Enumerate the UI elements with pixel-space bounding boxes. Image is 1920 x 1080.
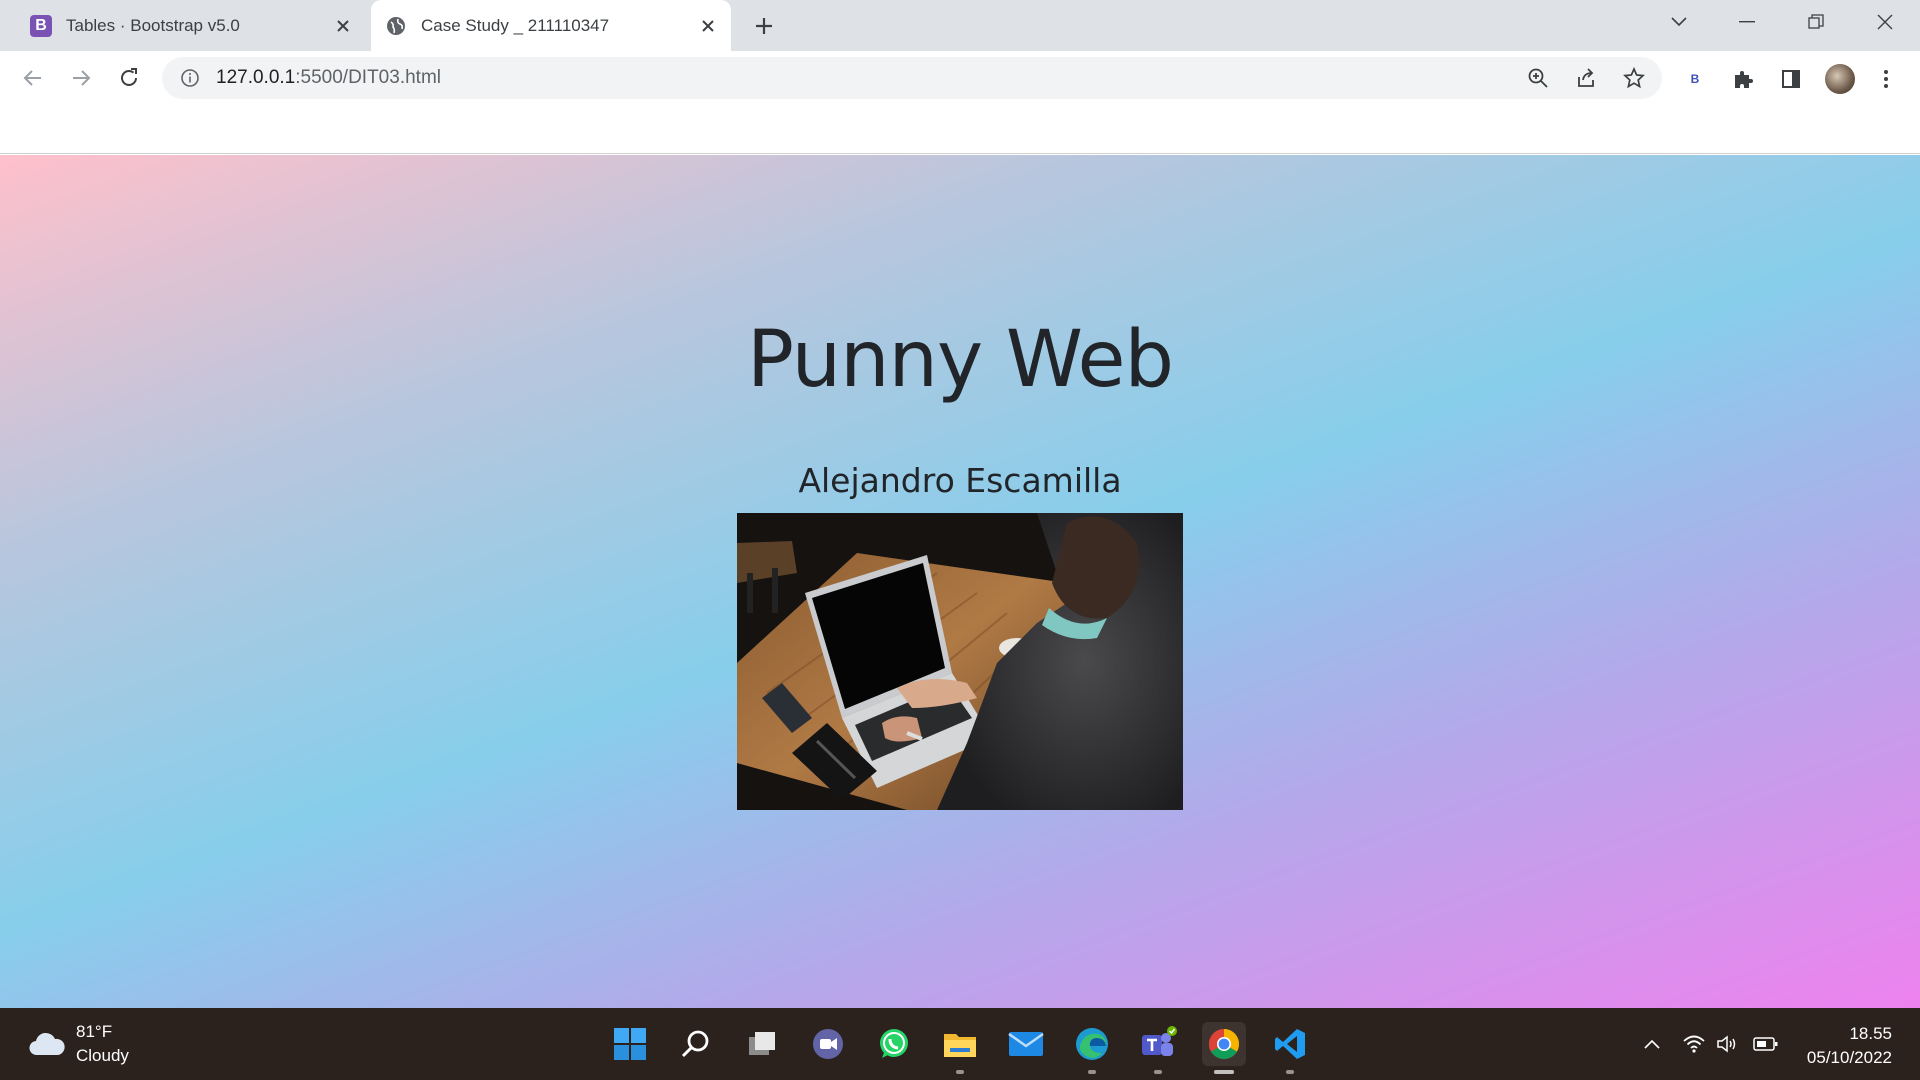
address-bar[interactable]: 127.0.0.1:5500/DIT03.html	[162, 57, 1662, 99]
globe-icon	[385, 15, 407, 37]
mail-icon[interactable]	[1004, 1022, 1048, 1066]
volume-icon[interactable]	[1714, 1030, 1742, 1058]
author-name: Alejandro Escamilla	[798, 461, 1122, 500]
restore-button[interactable]	[1786, 0, 1846, 44]
windows-start-icon[interactable]	[608, 1022, 652, 1066]
task-view-icon[interactable]	[740, 1022, 784, 1066]
weather-description: Cloudy	[76, 1046, 129, 1065]
bookmark-bar	[0, 104, 1920, 154]
file-explorer-icon[interactable]	[938, 1022, 982, 1074]
running-indicator	[956, 1070, 964, 1074]
bootstrap-extension-icon[interactable]: B	[1681, 65, 1709, 93]
tab-title: Tables · Bootstrap v5.0	[66, 15, 240, 35]
close-tab-icon[interactable]	[328, 11, 358, 41]
weather-widget[interactable]: 81°F Cloudy	[28, 1020, 129, 1068]
tab-search-chevron-icon[interactable]	[1649, 0, 1709, 44]
windows-taskbar: 81°F Cloudy 18.55 05/10/2022	[0, 1008, 1920, 1080]
laptop-photo	[737, 513, 1183, 810]
running-indicator	[1154, 1070, 1162, 1074]
teams-chat-icon[interactable]	[806, 1022, 850, 1066]
reload-button[interactable]	[112, 61, 146, 95]
site-info-icon[interactable]	[178, 66, 202, 90]
chrome-menu-icon[interactable]	[1872, 65, 1900, 93]
close-tab-icon[interactable]	[693, 11, 723, 41]
system-clock[interactable]: 18.55 05/10/2022	[1807, 1022, 1892, 1070]
page-viewport: Punny Web Alejandro Escamilla	[0, 155, 1920, 1008]
url-host: 127.0.0.1	[216, 67, 296, 88]
share-icon[interactable]	[1573, 65, 1599, 91]
back-button[interactable]	[16, 61, 50, 95]
forward-button[interactable]	[64, 61, 98, 95]
running-indicator	[1286, 1070, 1294, 1074]
chrome-icon[interactable]	[1202, 1022, 1246, 1074]
vscode-icon[interactable]	[1268, 1022, 1312, 1074]
wifi-icon[interactable]	[1680, 1030, 1708, 1058]
teams-icon[interactable]	[1136, 1022, 1180, 1074]
profile-avatar[interactable]	[1825, 64, 1855, 94]
clock-time: 18.55	[1849, 1024, 1892, 1043]
show-hidden-icons-chevron-icon[interactable]	[1638, 1030, 1666, 1058]
zoom-icon[interactable]	[1525, 65, 1551, 91]
edge-icon[interactable]	[1070, 1022, 1114, 1074]
active-indicator	[1214, 1070, 1234, 1074]
weather-temperature: 81°F	[76, 1022, 113, 1041]
cloud-icon	[29, 1032, 65, 1056]
url-path: :5500/DIT03.html	[295, 67, 441, 88]
clock-date: 05/10/2022	[1806, 1048, 1892, 1067]
minimize-button[interactable]	[1717, 0, 1777, 44]
bootstrap-favicon-icon: B	[30, 14, 52, 37]
battery-icon[interactable]	[1752, 1030, 1780, 1058]
tab-case-study[interactable]: Case Study _ 211110347	[371, 0, 731, 51]
bookmark-star-icon[interactable]	[1621, 65, 1647, 91]
browser-toolbar: 127.0.0.1:5500/DIT03.html B	[0, 51, 1920, 104]
side-panel-icon[interactable]	[1777, 65, 1805, 93]
running-indicator	[1088, 1070, 1096, 1074]
tab-strip: B Tables · Bootstrap v5.0 Case Study _ 2…	[0, 0, 1920, 51]
tab-title: Case Study _ 211110347	[421, 15, 610, 35]
search-icon[interactable]	[674, 1022, 718, 1066]
new-tab-button[interactable]	[748, 10, 780, 42]
url-text: 127.0.0.1:5500/DIT03.html	[216, 67, 441, 89]
extensions-puzzle-icon[interactable]	[1729, 65, 1757, 93]
whatsapp-icon[interactable]	[872, 1022, 916, 1066]
close-window-button[interactable]	[1855, 0, 1915, 44]
tab-bootstrap-tables[interactable]: B Tables · Bootstrap v5.0	[16, 0, 366, 51]
page-title: Punny Web	[747, 315, 1174, 405]
